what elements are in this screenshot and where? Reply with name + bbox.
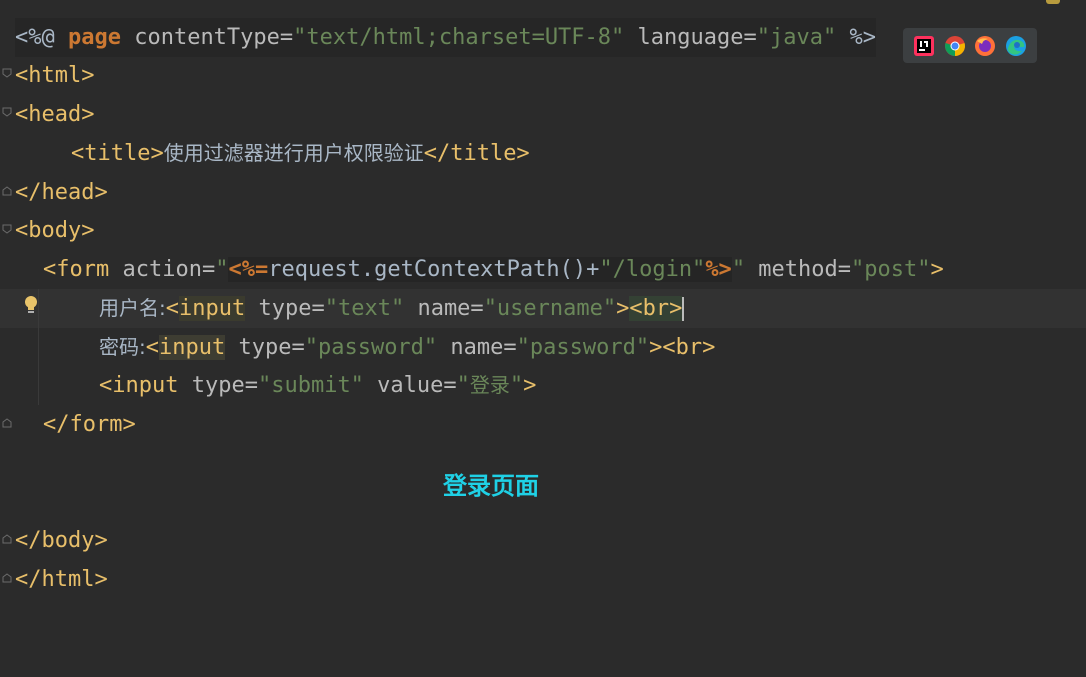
input-tag-name: input (179, 296, 246, 321)
browser-preview-toolbar (903, 28, 1037, 63)
code-line-4[interactable]: <title>使用过滤器进行用户权限验证</title> (0, 134, 1086, 173)
body-open-tag: <body> (15, 218, 95, 243)
value-action-quote-open: " (215, 257, 229, 282)
code-line-7[interactable]: <form action="<%=request.getContextPath(… (0, 250, 1086, 289)
jsp-expression-code: request.getContextPath()+ (268, 257, 600, 282)
lightbulb-icon[interactable] (22, 294, 40, 316)
br-tag: <br> (662, 335, 716, 360)
value-quote-close: " (509, 373, 524, 398)
form-open-tag: <form (43, 257, 110, 282)
value-language: "java" (756, 25, 837, 50)
input-tag-name: input (159, 335, 226, 360)
value-type-submit: "submit" (257, 373, 364, 398)
code-line-9[interactable]: 密码:<input type="password" name="password… (0, 328, 1086, 367)
title-open-tag: <title> (71, 141, 164, 166)
input-gt: > (649, 335, 663, 360)
value-quote-open: " (456, 373, 470, 398)
jsp-expression-close: %> (705, 257, 732, 282)
value-type-text: "text" (324, 296, 405, 321)
value-action-quote-close: " (731, 257, 746, 282)
br-tag: <br> (629, 296, 683, 321)
input-lt: < (165, 296, 179, 321)
attr-name: name= (404, 296, 484, 321)
jsp-directive-close: %> (836, 25, 876, 50)
html-open-tag: <html> (15, 63, 95, 88)
keyword-page: page (67, 25, 121, 50)
fold-gutter (0, 0, 12, 650)
attr-type: type= (225, 335, 305, 360)
fold-icon[interactable] (2, 418, 12, 428)
fold-icon[interactable] (2, 573, 12, 583)
attr-type: type= (178, 373, 258, 398)
code-line-5[interactable]: </head> (0, 173, 1086, 212)
password-label-text: 密码: (99, 335, 146, 359)
code-line-6[interactable]: <body> (0, 211, 1086, 250)
code-line-10[interactable]: <input type="submit" value="登录"> (0, 366, 1086, 405)
value-method: "post" (851, 257, 931, 282)
edge-icon[interactable] (1005, 35, 1027, 57)
jsp-expression-open: <%= (228, 257, 269, 282)
attr-language: language= (624, 25, 757, 50)
code-line-13[interactable]: </html> (0, 560, 1086, 599)
code-line-11[interactable]: </form> (0, 405, 1086, 444)
head-open-tag: <head> (15, 102, 95, 127)
html-close-tag: </html> (15, 567, 108, 592)
rendered-preview-title: 登录页面 (443, 471, 539, 500)
value-name-password: "password" (516, 335, 650, 360)
jsp-login-path: "/login" (599, 257, 706, 282)
attr-value: value= (363, 373, 457, 398)
fold-icon[interactable] (2, 224, 12, 234)
attr-contenttype: contentType= (120, 25, 294, 50)
fold-icon[interactable] (2, 107, 12, 117)
title-text: 使用过滤器进行用户权限验证 (163, 141, 424, 165)
intellij-icon[interactable] (913, 35, 935, 57)
submit-input-tag: <input (99, 373, 179, 398)
attr-type: type= (245, 296, 325, 321)
submit-input-gt: > (523, 373, 537, 398)
input-lt: < (145, 335, 159, 360)
inspection-marker[interactable] (1046, 0, 1060, 4)
text-caret (682, 297, 685, 321)
attr-method: method= (745, 257, 852, 282)
code-editor[interactable]: %> <%@ page contentType="text/html;chars… (0, 0, 1086, 650)
code-line-3[interactable]: <head> (0, 95, 1086, 134)
firefox-icon[interactable] (974, 35, 996, 57)
partial-line: %> (30, 0, 57, 3)
input-gt: > (616, 296, 630, 321)
fold-icon[interactable] (2, 68, 12, 78)
code-line-12[interactable]: </body> (0, 521, 1086, 560)
chrome-icon[interactable] (944, 35, 966, 57)
value-type-password: "password" (304, 335, 438, 360)
title-close-tag: </title> (423, 141, 530, 166)
fold-icon[interactable] (2, 186, 12, 196)
form-open-tag-end: > (930, 257, 944, 282)
value-contenttype: "text/html;charset=UTF-8" (293, 25, 625, 50)
code-line-8[interactable]: 用户名:<input type="text" name="username"><… (0, 289, 1086, 328)
jsp-directive-open: <%@ (15, 25, 68, 50)
username-label-text: 用户名: (99, 296, 166, 320)
head-close-tag: </head> (15, 180, 108, 205)
value-name-username: "username" (483, 296, 617, 321)
attr-action: action= (109, 257, 216, 282)
body-close-tag: </body> (15, 528, 108, 553)
attr-name: name= (437, 335, 517, 360)
value-login-text: 登录 (469, 373, 510, 397)
fold-icon[interactable] (2, 534, 12, 544)
form-close-tag: </form> (43, 412, 136, 437)
